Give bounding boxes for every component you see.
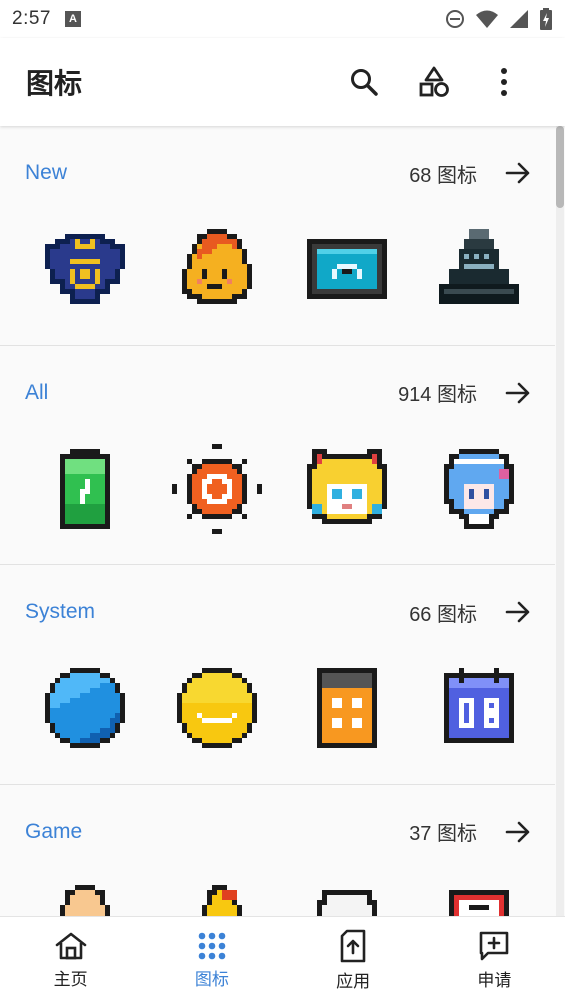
section-new: New 68 图标 <box>0 126 555 346</box>
nav-label: 图标 <box>194 970 229 989</box>
status-bar: 2:57 A <box>0 0 565 38</box>
dark-robot-icon[interactable] <box>434 224 524 314</box>
section-system: System 66 图标 <box>0 565 555 785</box>
home-icon <box>55 932 86 960</box>
arrow-right-icon[interactable] <box>503 817 533 847</box>
section-header[interactable]: All 914 图标 <box>25 378 533 408</box>
scrollbar[interactable] <box>556 126 564 916</box>
blue-hair-girl-icon[interactable] <box>434 444 524 534</box>
search-icon <box>351 69 378 96</box>
status-time: 2:57 <box>12 8 51 29</box>
nav-label: 主页 <box>53 970 88 989</box>
request-icon <box>480 931 509 961</box>
app-upload-icon <box>340 929 366 963</box>
red-frame-icon[interactable] <box>434 875 524 916</box>
icon-category-list[interactable]: New 68 图标 All 914 图标 System 66 图标 Game 3… <box>0 126 555 916</box>
nav-item-home[interactable]: 主页 <box>0 917 141 1004</box>
app-bar: 图标 <box>0 38 565 126</box>
police-badge-icon[interactable] <box>40 224 130 314</box>
section-header[interactable]: Game 37 图标 <box>25 817 533 847</box>
white-glove-icon[interactable] <box>302 875 392 916</box>
battery-icon <box>540 8 552 30</box>
section-count: 37 图标 <box>409 823 477 845</box>
scroll-thumb[interactable] <box>556 126 564 208</box>
more-options-button[interactable] <box>469 52 539 112</box>
paw-hand-icon[interactable] <box>40 875 130 916</box>
category-button[interactable] <box>399 52 469 112</box>
arrow-right-icon[interactable] <box>503 158 533 188</box>
nav-item-icons[interactable]: 图标 <box>141 917 282 1004</box>
calendar-icon[interactable] <box>434 663 524 753</box>
section-all: All 914 图标 <box>0 346 555 565</box>
section-title: New <box>25 161 68 184</box>
calculator-icon[interactable] <box>302 663 392 753</box>
nav-item-request[interactable]: 申请 <box>424 917 565 1004</box>
section-count: 66 图标 <box>409 603 477 626</box>
section-game: Game 37 图标 <box>0 785 555 916</box>
signal-icon <box>510 10 528 28</box>
nav-label: 应用 <box>336 972 371 991</box>
section-count: 68 图标 <box>409 164 477 187</box>
page-title: 图标 <box>26 68 83 99</box>
wifi-icon <box>476 10 498 28</box>
shapes-icon <box>419 66 449 97</box>
arrow-right-icon[interactable] <box>503 597 533 627</box>
yellow-smile-icon[interactable] <box>172 663 262 753</box>
bottom-navigation: 主页 图标 应用 申请 <box>0 916 565 1004</box>
teal-device-icon[interactable] <box>302 224 392 314</box>
section-count: 914 图标 <box>398 384 477 406</box>
arrow-right-icon[interactable] <box>503 378 533 408</box>
anime-girl-icon[interactable] <box>302 444 392 534</box>
nav-label: 申请 <box>477 971 512 990</box>
section-title: System <box>25 600 96 623</box>
search-button[interactable] <box>329 52 399 112</box>
orange-slime-icon[interactable] <box>172 224 262 314</box>
dnd-icon <box>446 10 464 28</box>
section-header[interactable]: New 68 图标 <box>25 158 533 188</box>
chick-icon[interactable] <box>172 875 262 916</box>
section-title: Game <box>25 819 83 843</box>
sun-icon[interactable] <box>172 443 262 534</box>
section-title: All <box>25 380 49 404</box>
green-battery-icon[interactable] <box>40 444 130 534</box>
grid-icon <box>198 932 226 960</box>
notification-icon: A <box>64 11 81 27</box>
section-header[interactable]: System 66 图标 <box>25 597 533 627</box>
nav-item-apps[interactable]: 应用 <box>283 917 424 1004</box>
blue-orb-icon[interactable] <box>40 663 130 753</box>
more-vert-icon <box>501 68 507 96</box>
